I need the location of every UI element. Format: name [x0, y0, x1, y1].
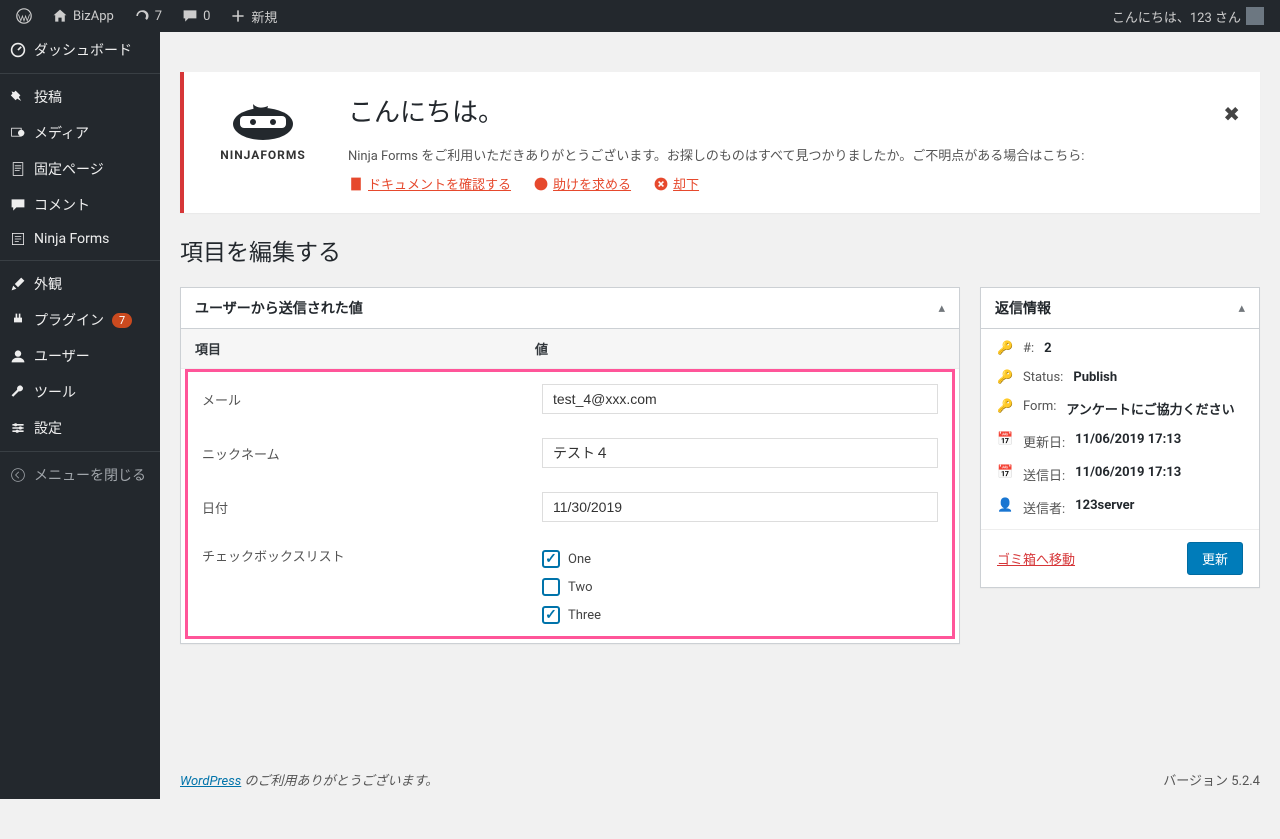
row-checkbox: チェックボックスリスト One Two Three: [188, 534, 952, 636]
admin-bar: BizApp 7 0 新規 こんにちは、123 さん: [0, 0, 1280, 32]
lifebuoy-icon: [533, 176, 549, 192]
date-field[interactable]: [542, 492, 938, 522]
page-icon: [10, 161, 26, 177]
info-updated: 📅更新日:11/06/2019 17:13: [997, 432, 1243, 451]
nickname-field[interactable]: [542, 438, 938, 468]
wp-logo[interactable]: [8, 0, 40, 32]
refresh-icon: [134, 8, 150, 24]
notice-heading: こんにちは。: [348, 92, 1084, 129]
sidebar-item-users[interactable]: ユーザー: [0, 338, 160, 374]
plugin-icon: [10, 312, 26, 328]
info-box-title: 返信情報: [995, 298, 1051, 318]
toggle-icon[interactable]: ▴: [938, 301, 945, 316]
info-sender: 👤送信者:123server: [997, 498, 1243, 517]
toggle-icon[interactable]: ▴: [1238, 301, 1245, 316]
submission-postbox: ユーザーから送信された値 ▴ 項目 値 メール ニックネーム: [180, 287, 960, 644]
key-icon: 🔑: [997, 399, 1013, 414]
sidebar-item-pages[interactable]: 固定ページ: [0, 151, 160, 187]
close-icon[interactable]: ✖: [1223, 102, 1240, 126]
version-text: バージョン 5.2.4: [1163, 770, 1260, 789]
key-icon: 🔑: [997, 341, 1013, 356]
updates-link[interactable]: 7: [126, 0, 170, 32]
email-field[interactable]: [542, 384, 938, 414]
checkbox-option-three[interactable]: Three: [542, 606, 938, 624]
key-icon: 🔑: [997, 370, 1013, 385]
sidebar-item-comments[interactable]: コメント: [0, 187, 160, 223]
doc-icon: [348, 176, 364, 192]
notice-body-text: Ninja Forms をご利用いただきありがとうございます。お探しのものはすべ…: [348, 145, 1084, 164]
notice-dismiss-link[interactable]: 却下: [653, 174, 699, 193]
avatar: [1246, 7, 1264, 25]
submission-box-title: ユーザーから送信された値: [195, 298, 363, 318]
user-icon: [10, 348, 26, 364]
checkbox-icon: [542, 550, 560, 568]
ninja-logo-icon: [228, 92, 298, 140]
site-name-link[interactable]: BizApp: [44, 0, 122, 32]
form-highlight: メール ニックネーム 日付 チェックボックスリスト One: [185, 369, 955, 639]
updates-count: 7: [155, 9, 162, 24]
ninja-forms-notice: NINJAFORMS こんにちは。 Ninja Forms をご利用いただきあり…: [180, 72, 1260, 213]
new-label: 新規: [251, 7, 277, 26]
update-button[interactable]: 更新: [1187, 542, 1243, 575]
new-content-link[interactable]: 新規: [222, 0, 285, 32]
comments-count: 0: [203, 9, 210, 24]
col-value: 値: [521, 329, 959, 368]
checkbox-option-two[interactable]: Two: [542, 578, 938, 596]
admin-footer: WordPress のご利用ありがとうございます。 バージョン 5.2.4: [180, 770, 1260, 789]
sidebar-item-tools[interactable]: ツール: [0, 374, 160, 410]
admin-sidebar: ダッシュボード 投稿 メディア 固定ページ コメント Ninja Forms 外…: [0, 32, 160, 799]
row-nickname: ニックネーム: [188, 426, 952, 480]
dismiss-icon: [653, 176, 669, 192]
checkbox-icon: [542, 606, 560, 624]
collapse-menu[interactable]: メニューを閉じる: [0, 457, 160, 493]
checkbox-option-one[interactable]: One: [542, 550, 938, 568]
comment-icon: [182, 8, 198, 24]
trash-link[interactable]: ゴミ箱へ移動: [997, 549, 1075, 568]
settings-icon: [10, 420, 26, 436]
comments-link[interactable]: 0: [174, 0, 218, 32]
plus-icon: [230, 8, 246, 24]
sidebar-item-ninjaforms[interactable]: Ninja Forms: [0, 223, 160, 255]
comment-icon: [10, 197, 26, 213]
label-date: 日付: [202, 498, 542, 517]
sidebar-item-posts[interactable]: 投稿: [0, 79, 160, 115]
label-email: メール: [202, 390, 542, 409]
chevron-left-icon: [10, 467, 26, 483]
user-icon: 👤: [997, 498, 1013, 513]
brush-icon: [10, 276, 26, 292]
info-postbox: 返信情報 ▴ 🔑#: 2 🔑Status: Publish 🔑Form: アンケ…: [980, 287, 1260, 588]
plugin-badge: 7: [112, 313, 132, 328]
notice-docs-link[interactable]: ドキュメントを確認する: [348, 174, 511, 193]
checkbox-icon: [542, 578, 560, 596]
row-date: 日付: [188, 480, 952, 534]
calendar-icon: 📅: [997, 465, 1013, 480]
sidebar-item-appearance[interactable]: 外観: [0, 266, 160, 302]
calendar-icon: 📅: [997, 432, 1013, 447]
media-icon: [10, 125, 26, 141]
sidebar-item-settings[interactable]: 設定: [0, 410, 160, 446]
wrench-icon: [10, 384, 26, 400]
dashboard-icon: [10, 42, 26, 58]
info-status: 🔑Status: Publish: [997, 370, 1243, 385]
info-form: 🔑Form: アンケートにご協力ください: [997, 399, 1243, 418]
user-greeting[interactable]: こんにちは、123 さん: [1104, 0, 1272, 32]
notice-help-link[interactable]: 助けを求める: [533, 174, 631, 193]
sidebar-item-dashboard[interactable]: ダッシュボード: [0, 32, 160, 68]
info-sent: 📅送信日:11/06/2019 17:13: [997, 465, 1243, 484]
pin-icon: [10, 89, 26, 105]
sidebar-item-plugins[interactable]: プラグイン7: [0, 302, 160, 338]
label-nickname: ニックネーム: [202, 444, 542, 463]
ninja-logo-text: NINJAFORMS: [220, 148, 306, 162]
page-title: 項目を編集する: [180, 233, 1260, 267]
label-checkbox: チェックボックスリスト: [202, 546, 542, 565]
form-icon: [10, 231, 26, 247]
sidebar-item-media[interactable]: メディア: [0, 115, 160, 151]
row-email: メール: [188, 372, 952, 426]
col-field: 項目: [181, 329, 521, 368]
wordpress-icon: [16, 8, 32, 24]
site-name: BizApp: [73, 9, 114, 24]
wp-link[interactable]: WordPress: [180, 774, 241, 789]
info-id: 🔑#: 2: [997, 341, 1243, 356]
home-icon: [52, 8, 68, 24]
